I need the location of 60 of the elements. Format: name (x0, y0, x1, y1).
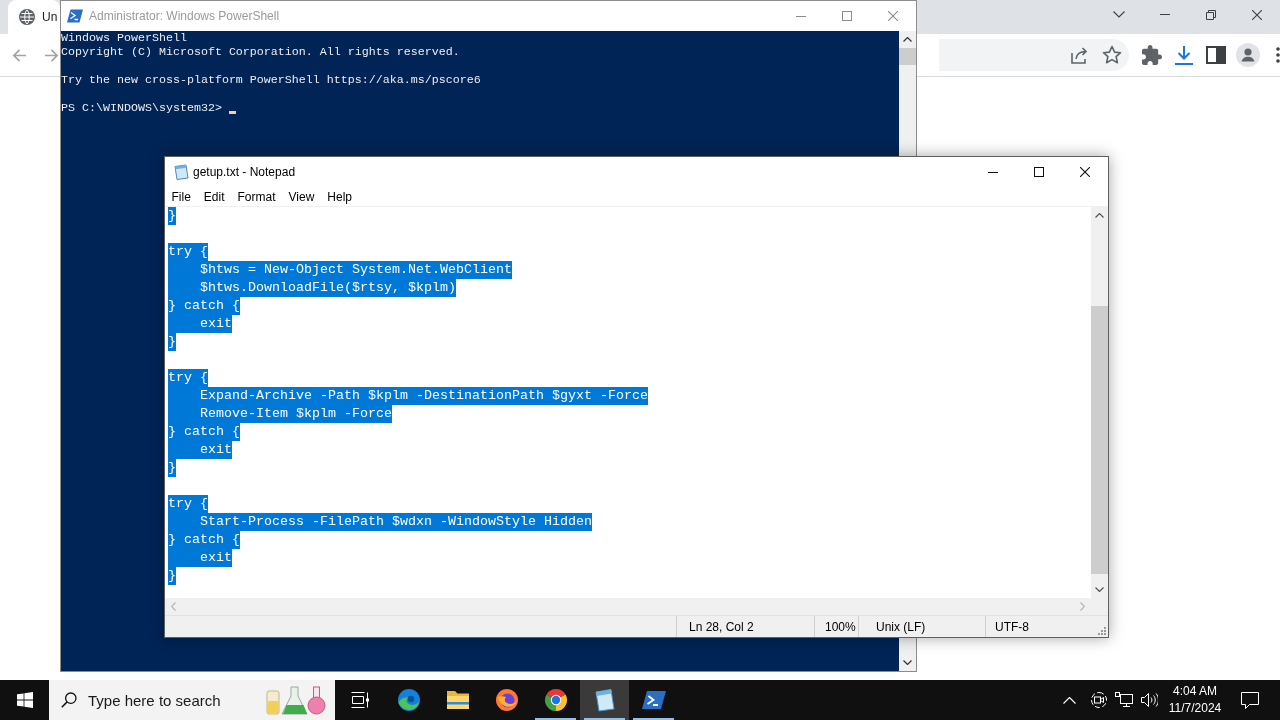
side-panel-icon[interactable] (1206, 46, 1226, 64)
close-icon (888, 11, 898, 21)
star-icon[interactable] (1102, 45, 1122, 65)
menu-icon[interactable] (1276, 47, 1280, 63)
status-item: Unix (LF) (858, 616, 985, 637)
maximize-icon (1034, 167, 1044, 177)
search-box[interactable]: Type here to search (49, 680, 335, 720)
console-line: Try the new cross-platform PowerShell https://aka.ms/pscore6 (61, 73, 481, 87)
minimize-icon (796, 15, 806, 17)
folder-icon (445, 690, 470, 710)
menu-item[interactable]: File (165, 187, 198, 206)
browser-tab[interactable]: Un (8, 0, 60, 34)
close-icon (1080, 167, 1090, 177)
minimize-icon (1160, 14, 1170, 15)
close-icon (1252, 9, 1262, 20)
taskbar-app-button[interactable] (580, 680, 629, 720)
chevron-up-icon (1062, 696, 1076, 704)
menu-item[interactable]: Format (231, 187, 283, 206)
chevron-down-icon (1113, 11, 1125, 18)
speech-bubble-icon (1241, 691, 1259, 709)
menu-item[interactable]: Edit (197, 187, 232, 206)
network-icon[interactable] (1115, 692, 1133, 708)
swirl-icon (396, 688, 421, 712)
console-prompt: PS C:\WINDOWS\system32> (61, 101, 222, 115)
notepad-icon (592, 688, 617, 712)
flame-globe-icon (494, 688, 519, 712)
tray-clock[interactable]: 4:04 AM 11/7/2024 (1166, 680, 1224, 720)
menu-item[interactable]: View (282, 187, 321, 206)
scrollbar-thumb[interactable] (899, 48, 916, 65)
globe-icon (19, 9, 35, 25)
maximize-icon (842, 11, 852, 21)
terminal-icon (641, 690, 666, 710)
console-line: Windows PowerShell (61, 31, 187, 45)
window-stack-icon (350, 692, 369, 708)
four-panes-icon (16, 692, 33, 708)
window-title: getup.txt - Notepad (193, 165, 296, 179)
search-field[interactable]: Type here to search (88, 691, 264, 709)
flasks-icon (264, 685, 328, 715)
minimize-icon (988, 171, 998, 173)
notepad-icon (173, 164, 189, 180)
console-line: Copyright (C) Microsoft Corporation. All rights reserved. (61, 45, 460, 59)
status-item: Ln 28, Col 2 (676, 616, 814, 637)
share-icon[interactable] (1069, 45, 1089, 65)
speaker-icon[interactable] (1141, 692, 1158, 708)
status-item: UTF-8 (985, 616, 1098, 637)
puzzle-icon[interactable] (1142, 45, 1162, 65)
download-icon[interactable] (1174, 45, 1194, 65)
cursor-icon (228, 111, 236, 114)
menu-item[interactable]: Help (320, 187, 359, 206)
video-camera-icon[interactable] (1091, 692, 1107, 708)
profile-avatar-icon[interactable] (1236, 43, 1260, 67)
search-icon (61, 692, 77, 708)
address-bar[interactable] (939, 39, 1129, 71)
restore-icon (1206, 9, 1216, 20)
segmented-orb-icon (543, 688, 568, 712)
terminal-icon (67, 8, 83, 24)
resize-grip-icon[interactable] (1098, 627, 1106, 635)
status-item: 100% (814, 616, 858, 637)
window-title: Administrator: Windows PowerShell (89, 9, 280, 23)
scrollbar-thumb[interactable] (1091, 306, 1108, 574)
